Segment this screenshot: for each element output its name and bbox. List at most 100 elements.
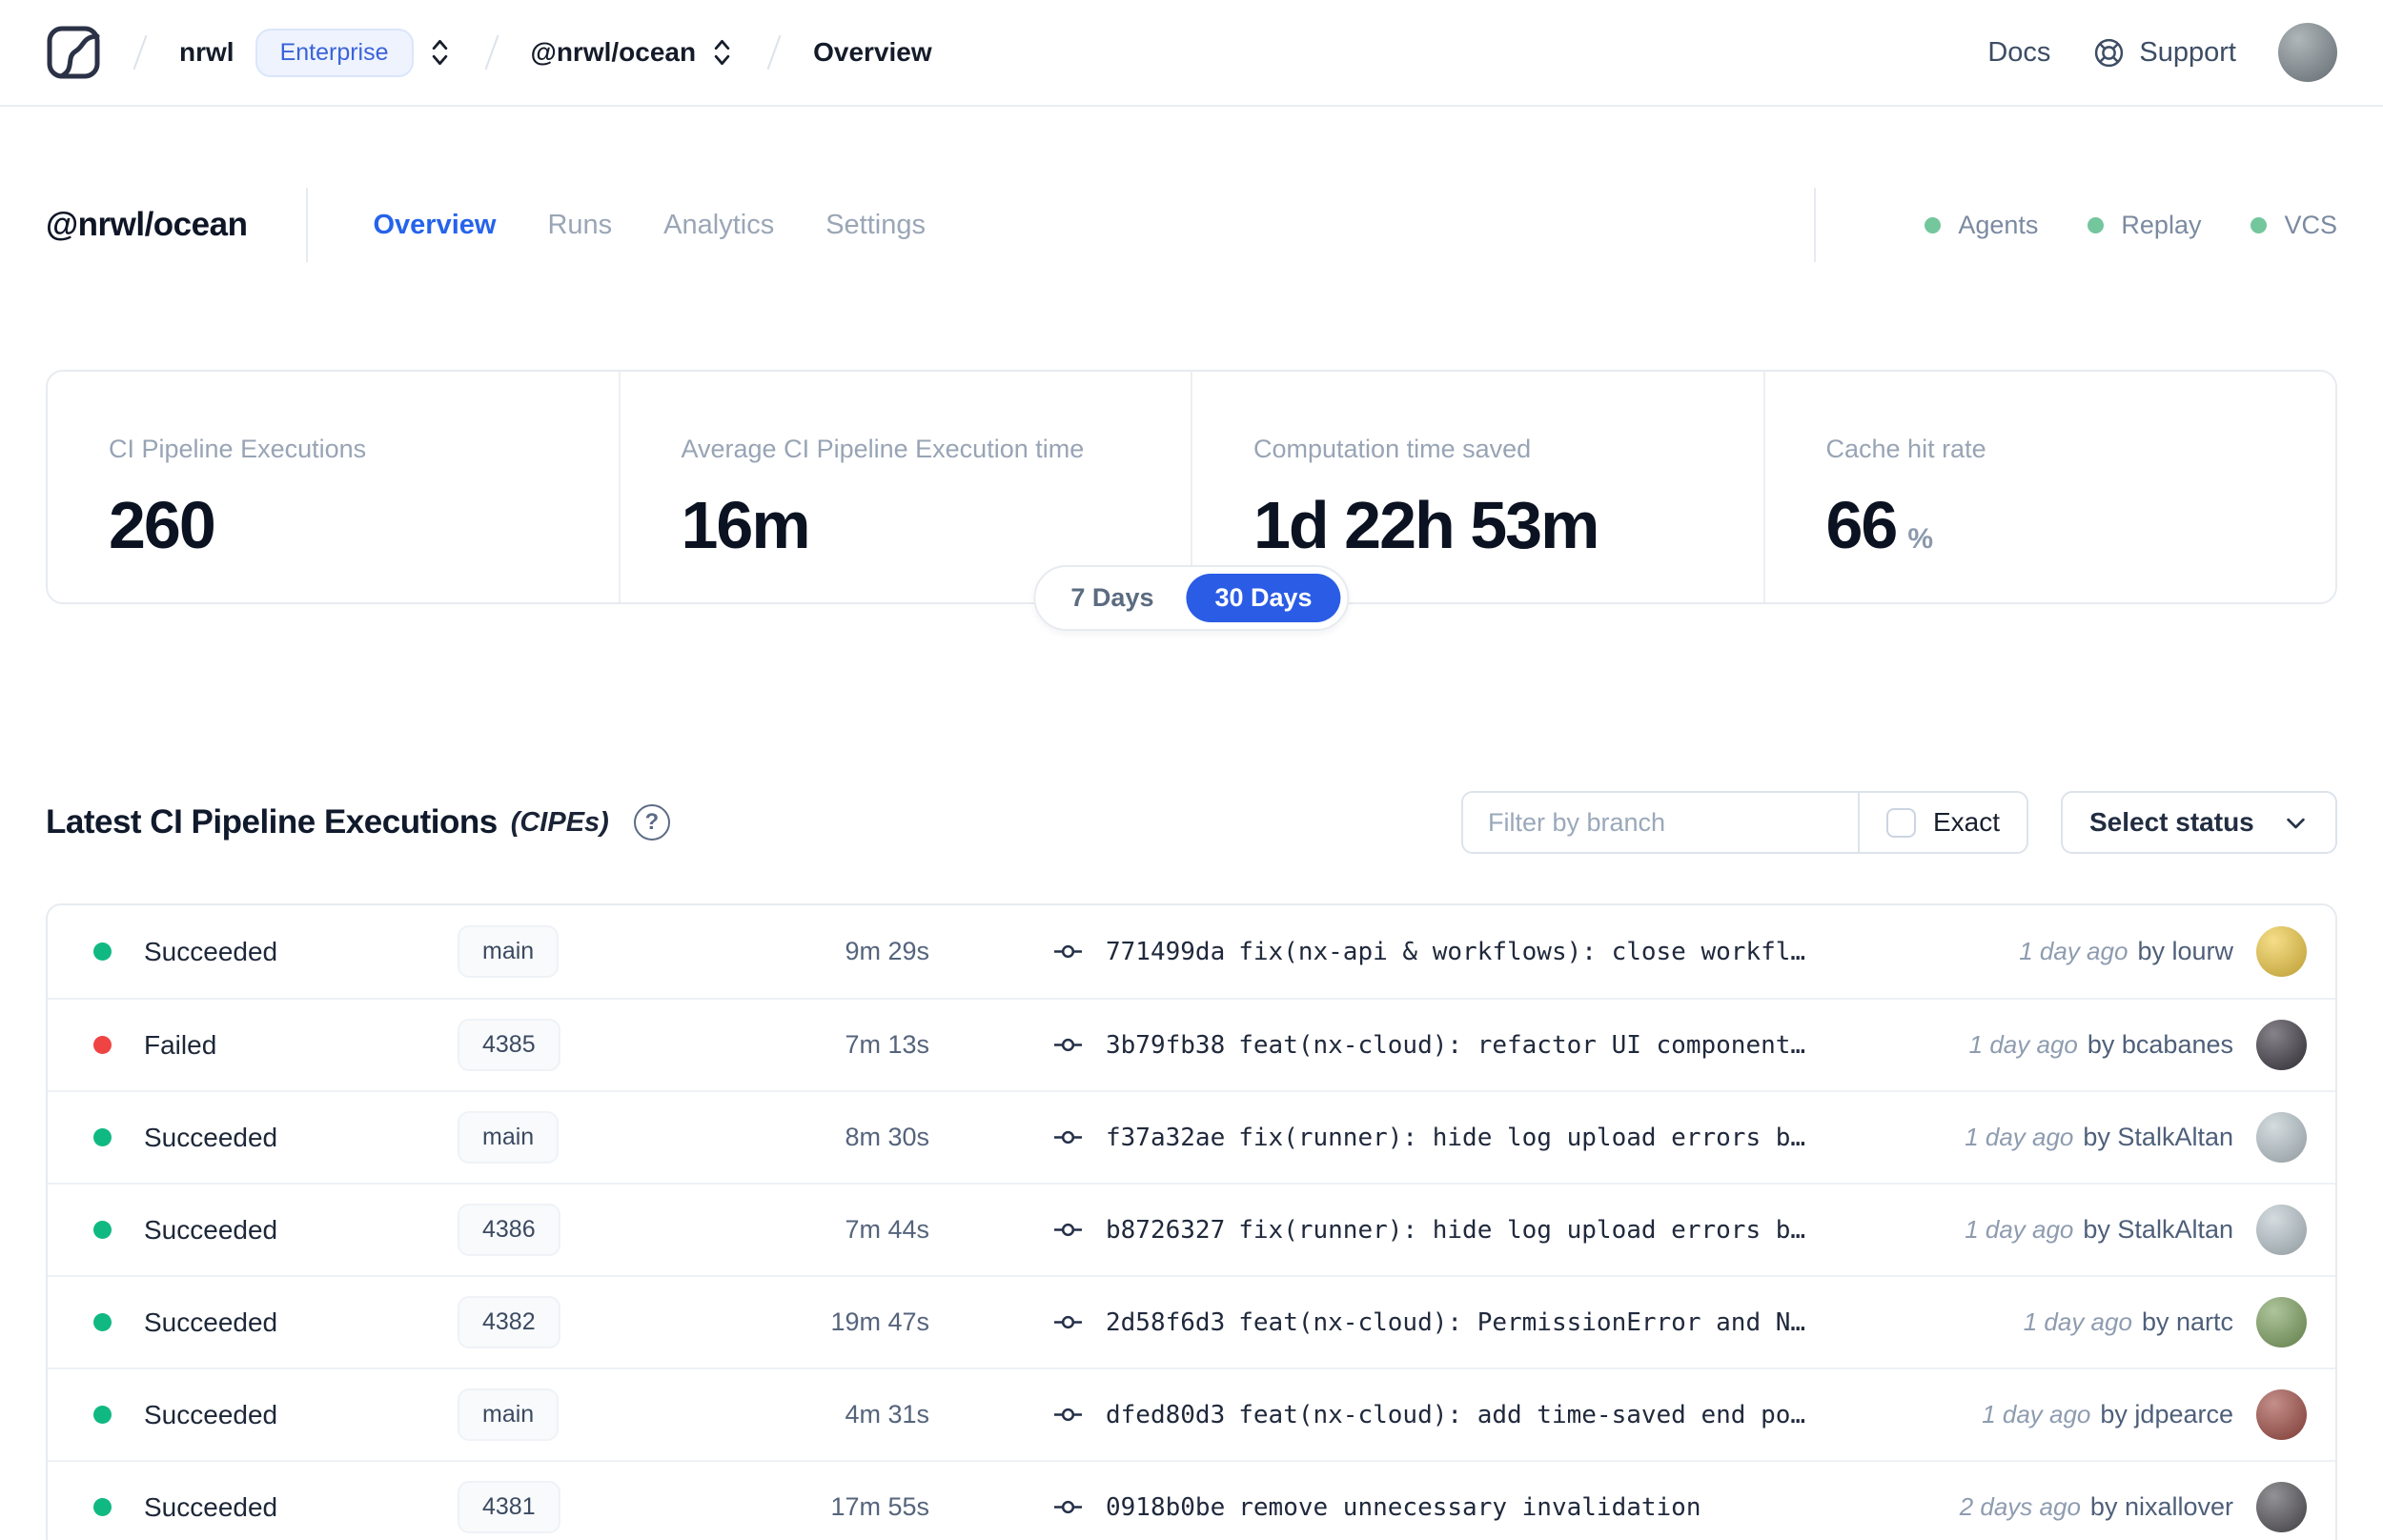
- time-ago: 1 day ago: [2019, 937, 2128, 965]
- table-row[interactable]: Succeeded main 4m 31s dfed80d3 feat(nx-cl…: [48, 1368, 2335, 1460]
- support-link[interactable]: Support: [2092, 36, 2236, 70]
- service-status-replay: Replay: [2088, 211, 2201, 240]
- chevron-up-down-icon: [714, 39, 730, 66]
- author: by StalkAltan: [2083, 1123, 2233, 1151]
- commit-text[interactable]: 2d58f6d3 feat(nx-cloud): PermissionError …: [1106, 1308, 1805, 1337]
- author: by nixallover: [2089, 1492, 2233, 1521]
- divider: [306, 188, 309, 262]
- duration: 7m 44s: [845, 1215, 929, 1244]
- help-icon[interactable]: ?: [633, 804, 670, 841]
- branch-badge[interactable]: main: [458, 925, 560, 978]
- status-label: Succeeded: [144, 1399, 278, 1429]
- org-name[interactable]: nrwl: [179, 37, 234, 68]
- commit-text[interactable]: 771499da fix(nx-api & workflows): close w…: [1106, 938, 1805, 966]
- table-row[interactable]: Succeeded main 8m 30s f37a32ae fix(runner…: [48, 1090, 2335, 1183]
- breadcrumb-separator: [766, 34, 782, 71]
- tab-analytics[interactable]: Analytics: [663, 210, 774, 241]
- commit-text[interactable]: 0918b0be remove unnecessary invalidation: [1106, 1493, 1701, 1522]
- status-dot: [93, 1128, 112, 1146]
- stat-value: 260: [109, 488, 216, 562]
- page-title: @nrwl/ocean: [46, 206, 248, 243]
- org-switcher-button[interactable]: [427, 36, 453, 69]
- commit-hash: b8726327: [1106, 1215, 1226, 1245]
- exact-label: Exact: [1932, 807, 2000, 837]
- status-label: Failed: [144, 1029, 217, 1060]
- cipes-title: Latest CI Pipeline Executions: [46, 803, 498, 841]
- branch-badge[interactable]: 4385: [458, 1019, 560, 1071]
- branch-badge[interactable]: main: [458, 1111, 560, 1164]
- status-filter-select[interactable]: Select status: [2061, 791, 2337, 854]
- lifebuoy-icon: [2095, 38, 2124, 67]
- branch-badge[interactable]: 4382: [458, 1296, 560, 1348]
- commit-message: fix(runner): hide log upload errors b…: [1238, 1123, 1806, 1152]
- status-dot: [93, 1406, 112, 1424]
- range-30-days[interactable]: 30 Days: [1186, 574, 1341, 622]
- git-commit-icon: [1053, 937, 1083, 966]
- status-dot: [93, 942, 112, 961]
- stat-label: Computation time saved: [1253, 435, 1532, 463]
- status-dot: [93, 1313, 112, 1331]
- tab-settings[interactable]: Settings: [825, 210, 926, 241]
- author: by lourw: [2137, 937, 2233, 965]
- nx-cloud-logo[interactable]: [46, 25, 101, 80]
- cipes-section-header: Latest CI Pipeline Executions (CIPEs) ? …: [46, 791, 2337, 854]
- plan-badge: Enterprise: [255, 28, 414, 77]
- git-commit-icon: [1053, 1400, 1083, 1429]
- commit-text[interactable]: b8726327 fix(runner): hide log upload err…: [1106, 1216, 1805, 1245]
- table-row[interactable]: Succeeded main 9m 29s 771499da fix(nx-api…: [48, 905, 2335, 998]
- duration: 8m 30s: [845, 1123, 929, 1151]
- docs-link[interactable]: Docs: [1987, 37, 2050, 69]
- time-ago: 2 days ago: [1959, 1492, 2081, 1521]
- table-row[interactable]: Failed 4385 7m 13s 3b79fb38 feat(nx-cloud…: [48, 998, 2335, 1090]
- duration: 7m 13s: [845, 1030, 929, 1059]
- user-avatar[interactable]: [2278, 23, 2337, 82]
- table-row[interactable]: Succeeded 4381 17m 55s 0918b0be remove un…: [48, 1460, 2335, 1540]
- commit-text[interactable]: dfed80d3 feat(nx-cloud): add time-saved e…: [1106, 1401, 1805, 1429]
- commit-hash: 0918b0be: [1106, 1492, 1226, 1522]
- workspace-name[interactable]: @nrwl/ocean: [531, 37, 697, 68]
- workspace-switcher-button[interactable]: [709, 36, 735, 69]
- commit-text[interactable]: f37a32ae fix(runner): hide log upload err…: [1106, 1124, 1805, 1152]
- branch-badge[interactable]: main: [458, 1388, 560, 1441]
- stat-value: 1d 22h 53m: [1253, 488, 1599, 562]
- status-dot: [93, 1221, 112, 1239]
- time-ago: 1 day ago: [1965, 1215, 2074, 1244]
- breadcrumb-separator: [132, 34, 148, 71]
- table-row[interactable]: Succeeded 4386 7m 44s b8726327 fix(runner…: [48, 1183, 2335, 1275]
- branch-badge[interactable]: 4381: [458, 1481, 560, 1533]
- status-dot: [93, 1498, 112, 1516]
- commit-hash: dfed80d3: [1106, 1400, 1226, 1429]
- git-commit-icon: [1053, 1215, 1083, 1245]
- commit-hash: f37a32ae: [1106, 1123, 1226, 1152]
- author-avatar: [2256, 1389, 2307, 1440]
- service-label: VCS: [2284, 210, 2337, 239]
- commit-text[interactable]: 3b79fb38 feat(nx-cloud): refactor UI comp…: [1106, 1031, 1805, 1060]
- chevron-up-down-icon: [432, 39, 447, 66]
- exact-checkbox[interactable]: [1885, 807, 1916, 838]
- commit-message: fix(nx-api & workflows): close workfl…: [1238, 937, 1806, 966]
- table-row[interactable]: Succeeded 4382 19m 47s 2d58f6d3 feat(nx-c…: [48, 1275, 2335, 1368]
- stats-row: CI Pipeline Executions 260 Average CI Pi…: [46, 370, 2337, 631]
- tab-runs[interactable]: Runs: [547, 210, 612, 241]
- duration: 19m 47s: [830, 1307, 929, 1336]
- breadcrumb-page: Overview: [813, 37, 932, 67]
- status-label: Succeeded: [144, 1122, 278, 1152]
- cipe-table: Succeeded main 9m 29s 771499da fix(nx-api…: [46, 903, 2337, 1540]
- commit-hash: 2d58f6d3: [1106, 1307, 1226, 1337]
- service-status-agents: Agents: [1925, 211, 2038, 240]
- author: by nartc: [2141, 1307, 2233, 1336]
- duration: 9m 29s: [845, 937, 929, 965]
- author: by StalkAltan: [2083, 1215, 2233, 1244]
- branch-badge[interactable]: 4386: [458, 1204, 560, 1256]
- status-filter-label: Select status: [2089, 807, 2254, 837]
- commit-message: fix(runner): hide log upload errors b…: [1238, 1215, 1806, 1245]
- commit-message: feat(nx-cloud): PermissionError and N…: [1238, 1307, 1806, 1337]
- chevron-down-icon: [2287, 818, 2305, 828]
- commit-message: feat(nx-cloud): add time-saved end po…: [1238, 1400, 1806, 1429]
- tab-overview[interactable]: Overview: [373, 210, 496, 241]
- branch-filter-input[interactable]: [1462, 793, 1858, 852]
- git-commit-icon: [1053, 1123, 1083, 1152]
- stat-value: 66%: [1825, 488, 1934, 562]
- range-7-days[interactable]: 7 Days: [1042, 574, 1182, 622]
- exact-match-toggle: Exact: [1857, 793, 2027, 852]
